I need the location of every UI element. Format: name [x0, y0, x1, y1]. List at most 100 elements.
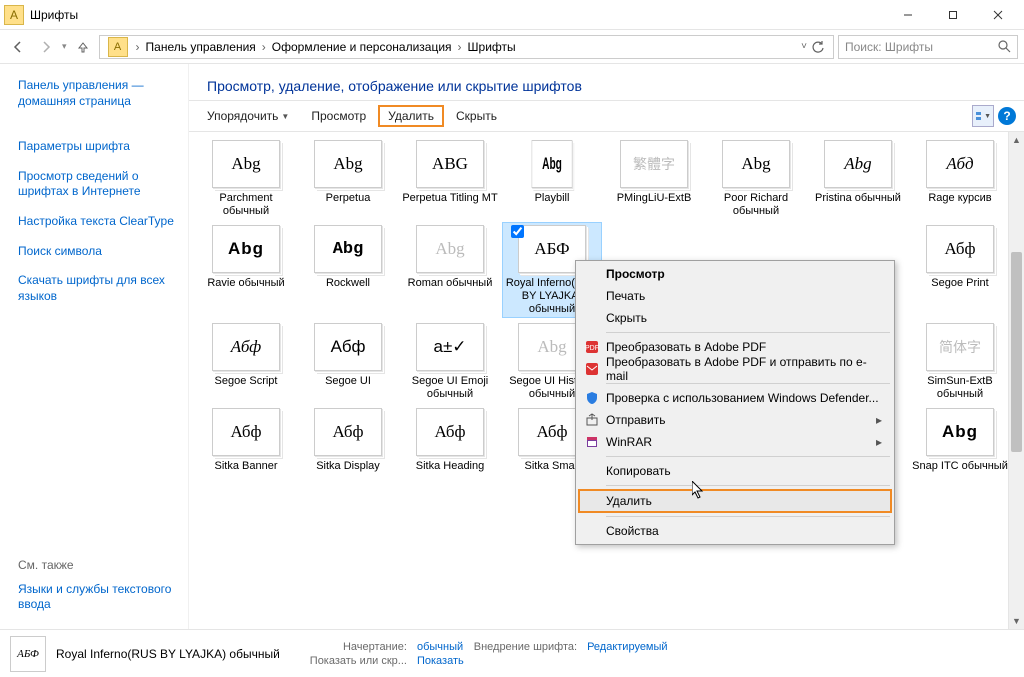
- context-menu-separator: [606, 456, 890, 457]
- context-menu-item[interactable]: Просмотр: [578, 263, 892, 285]
- fonts-folder-icon: A: [108, 37, 128, 57]
- sidebar: Панель управления — домашняя страница Па…: [0, 64, 188, 629]
- sidebar-link-charmap[interactable]: Поиск символа: [18, 244, 176, 260]
- vertical-scrollbar[interactable]: ▲ ▼: [1008, 132, 1024, 629]
- sidebar-link-languages[interactable]: Языки и службы текстового ввода: [18, 582, 176, 613]
- close-button[interactable]: [975, 1, 1020, 29]
- font-thumbnail: Абф: [314, 323, 382, 371]
- font-item[interactable]: AbgRockwell: [299, 223, 397, 317]
- font-item[interactable]: AbgSnap ITC обычный: [911, 406, 1009, 487]
- context-menu-label: WinRAR: [606, 435, 652, 449]
- font-item[interactable]: АбфSitka Banner: [197, 406, 295, 487]
- font-label: SimSun-ExtB обычный: [912, 375, 1008, 400]
- font-thumbnail: Абф: [314, 408, 382, 456]
- organize-button[interactable]: Упорядочить ▼: [197, 105, 299, 127]
- font-item[interactable]: AbgPlaybill: [503, 138, 601, 219]
- help-icon[interactable]: ?: [998, 107, 1016, 125]
- font-item[interactable]: Абф Segoe UI: [299, 321, 397, 402]
- font-label: Segoe UI: [300, 375, 396, 388]
- font-item[interactable]: a±✓Segoe UI Emoji обычный: [401, 321, 499, 402]
- font-item[interactable]: АбфSitka Display: [299, 406, 397, 487]
- context-menu-item[interactable]: Преобразовать в Adobe PDF и отправить по…: [578, 358, 892, 380]
- context-menu-item[interactable]: Отправить▸: [578, 409, 892, 431]
- details-value: Показать: [417, 655, 464, 667]
- font-item[interactable]: AbgPerpetua: [299, 138, 397, 219]
- font-item[interactable]: AbgRoman обычный: [401, 223, 499, 317]
- font-label: Roman обычный: [402, 277, 498, 290]
- context-menu-label: Удалить: [606, 494, 652, 508]
- scroll-up-icon[interactable]: ▲: [1009, 132, 1024, 148]
- sidebar-link-online-info[interactable]: Просмотр сведений о шрифтах в Интернете: [18, 169, 176, 200]
- window-title: Шрифты: [30, 8, 885, 22]
- font-label: Snap ITC обычный: [912, 460, 1008, 473]
- up-button[interactable]: [71, 35, 95, 59]
- delete-button[interactable]: Удалить: [378, 105, 444, 127]
- font-label: Playbill: [504, 192, 600, 205]
- font-item[interactable]: AbgParchment обычный: [197, 138, 295, 219]
- refresh-icon[interactable]: [811, 40, 825, 54]
- font-item[interactable]: AbgPristina обычный: [809, 138, 907, 219]
- font-label: Segoe Print: [912, 277, 1008, 290]
- maximize-button[interactable]: [930, 1, 975, 29]
- chevron-right-icon: ▸: [876, 435, 882, 449]
- font-select-checkbox[interactable]: [511, 225, 524, 238]
- address-bar[interactable]: A › Панель управления › Оформление и пер…: [99, 35, 834, 59]
- minimize-button[interactable]: [885, 1, 930, 29]
- rar-icon: [584, 434, 600, 450]
- sidebar-home-link[interactable]: Панель управления — домашняя страница: [18, 78, 176, 109]
- font-item[interactable]: 繁體字PMingLiU-ExtB: [605, 138, 703, 219]
- hide-button[interactable]: Скрыть: [446, 105, 507, 127]
- font-item[interactable]: АбдRage курсив: [911, 138, 1009, 219]
- breadcrumb-segment[interactable]: Оформление и персонализация: [270, 40, 454, 54]
- context-menu-item[interactable]: Копировать: [578, 460, 892, 482]
- font-label: Parchment обычный: [198, 192, 294, 217]
- back-button[interactable]: [6, 35, 30, 59]
- context-menu-item[interactable]: WinRAR ▸: [578, 431, 892, 453]
- context-menu-label: Проверка с использованием Windows Defend…: [606, 391, 879, 405]
- font-label: Poor Richard обычный: [708, 192, 804, 217]
- sidebar-link-font-settings[interactable]: Параметры шрифта: [18, 139, 176, 155]
- search-icon[interactable]: [998, 40, 1011, 53]
- font-item[interactable]: АбфSegoe Script: [197, 321, 295, 402]
- context-menu: Просмотр Печать Скрыть PDF Преобразовать в A…: [575, 260, 895, 545]
- font-item[interactable]: ABGPerpetua Titling MT: [401, 138, 499, 219]
- font-item[interactable]: АбфSitka Heading: [401, 406, 499, 487]
- scroll-down-icon[interactable]: ▼: [1009, 613, 1024, 629]
- context-menu-separator: [606, 516, 890, 517]
- forward-button[interactable]: [34, 35, 58, 59]
- details-value: обычный: [417, 641, 464, 653]
- font-thumbnail: Abg: [314, 140, 382, 188]
- font-label: Rage курсив: [912, 192, 1008, 205]
- share-icon: [584, 412, 600, 428]
- context-menu-item[interactable]: Свойства: [578, 520, 892, 542]
- pdf-icon: PDF: [584, 339, 600, 355]
- chevron-right-icon[interactable]: ›: [454, 40, 466, 54]
- sidebar-link-cleartype[interactable]: Настройка текста ClearType: [18, 214, 176, 230]
- sidebar-link-download[interactable]: Скачать шрифты для всех языков: [18, 273, 176, 304]
- details-value: Редактируемый: [587, 641, 668, 653]
- context-menu-item[interactable]: Удалить: [578, 489, 892, 513]
- font-item[interactable]: AbgPoor Richard обычный: [707, 138, 805, 219]
- context-menu-item[interactable]: Проверка с использованием Windows Defend…: [578, 387, 892, 409]
- chevron-right-icon[interactable]: ›: [258, 40, 270, 54]
- chevron-right-icon[interactable]: ›: [132, 40, 144, 54]
- font-item[interactable]: АбфSegoe Print: [911, 223, 1009, 317]
- breadcrumb-segment[interactable]: Шрифты: [466, 40, 518, 54]
- scrollbar-thumb[interactable]: [1011, 252, 1022, 452]
- font-label: Sitka Heading: [402, 460, 498, 473]
- search-input[interactable]: Поиск: Шрифты: [838, 35, 1018, 59]
- context-menu-label: Просмотр: [606, 267, 665, 281]
- context-menu-item[interactable]: Скрыть: [578, 307, 892, 329]
- font-item[interactable]: AbgRavie обычный: [197, 223, 295, 317]
- context-menu-label: Скрыть: [606, 311, 647, 325]
- font-item[interactable]: 简体字SimSun-ExtB обычный: [911, 321, 1009, 402]
- chevron-down-icon[interactable]: ˅: [801, 41, 807, 52]
- preview-button[interactable]: Просмотр: [301, 105, 376, 127]
- details-label: Внедрение шрифта:: [474, 641, 577, 653]
- history-dropdown-icon[interactable]: ▾: [62, 41, 67, 52]
- font-label: Pristina обычный: [810, 192, 906, 205]
- context-menu-item[interactable]: Печать: [578, 285, 892, 307]
- details-font-name: Royal Inferno(RUS BY LYAJKA) обычный: [56, 647, 280, 661]
- breadcrumb-segment[interactable]: Панель управления: [144, 40, 258, 54]
- view-options-button[interactable]: ▼: [972, 105, 994, 127]
